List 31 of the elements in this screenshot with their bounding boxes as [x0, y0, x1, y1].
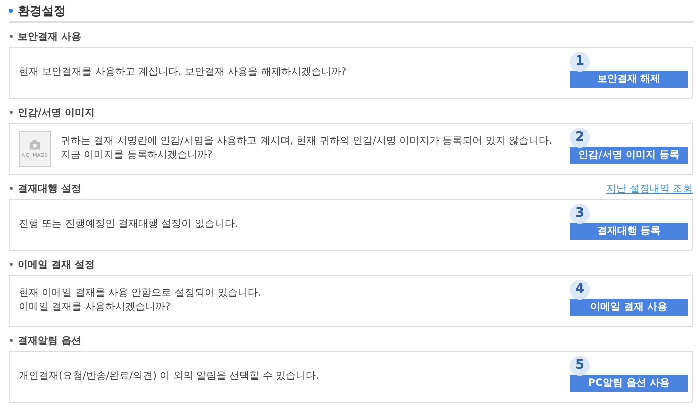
description-text: 지금 이미지를 등록하시겠습니까? [61, 149, 214, 163]
description-text: 이메일 결재를 사용하시겠습니까? [19, 301, 172, 315]
step-badge: 2 [570, 128, 590, 148]
bullet-icon [10, 110, 13, 114]
page-title: 환경설정 [18, 2, 66, 20]
action-button[interactable]: PC알림 옵션 사용 [570, 374, 688, 392]
description-text: 현재 보안결재를 사용하고 계십니다. 보안결재 사용을 해제하시겠습니까? [19, 66, 347, 80]
step-badge: 4 [570, 280, 590, 300]
bullet-icon [10, 262, 13, 266]
action-button[interactable]: 인감/서명 이미지 등록 [570, 146, 688, 164]
bullet-icon [10, 34, 13, 38]
section-heading: 보안결재 사용 [18, 31, 82, 44]
section-heading: 결재대행 설정 [18, 183, 82, 196]
action-button[interactable]: 결재대행 등록 [570, 222, 688, 240]
section-heading: 인감/서명 이미지 [18, 107, 96, 120]
section-heading: 결재알림 옵션 [18, 335, 82, 348]
camera-icon [29, 140, 41, 150]
description-text: 귀하는 결재 서명란에 인감/서명을 사용하고 계시며, 현재 귀하의 인감/서명 이미지가 등록되어 있지 않습니다. [61, 135, 552, 149]
action-button[interactable]: 보안결재 해제 [570, 70, 688, 88]
bullet-icon [9, 9, 13, 13]
bullet-icon [10, 186, 13, 190]
step-badge: 1 [570, 52, 590, 72]
step-badge: 3 [570, 204, 590, 224]
step-badge: 5 [570, 356, 590, 376]
description-text: 개인결재(요청/반송/완료/의견) 이 외의 알림을 선택할 수 있습니다. [19, 370, 320, 384]
section-heading: 이메일 결재 설정 [18, 259, 95, 272]
description-text: 현재 이메일 결재를 사용 안함으로 설정되어 있습니다. [19, 287, 262, 301]
description-text: 진행 또는 진행예정인 결재대행 설정이 없습니다. [19, 218, 238, 232]
history-link[interactable]: 지난 설정내역 조회 [606, 182, 693, 196]
bullet-icon [10, 338, 13, 342]
action-button[interactable]: 이메일 결재 사용 [570, 298, 688, 316]
